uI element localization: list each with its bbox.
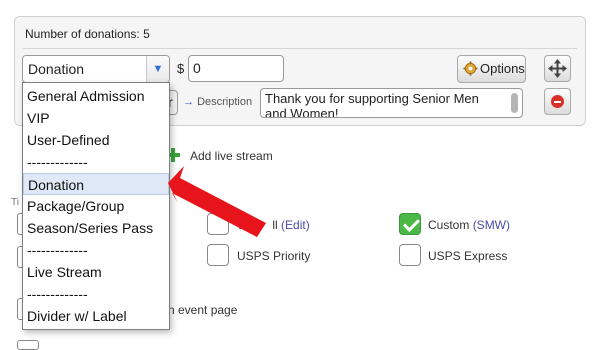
options-label: Options	[480, 61, 525, 76]
donation-count-title: Number of donations: 5	[25, 27, 150, 41]
dropdown-separator: -------------	[27, 286, 88, 302]
dropdown-separator: -------------	[27, 154, 88, 170]
ticket-type-select[interactable]: Donation ▼	[22, 55, 170, 83]
minus-circle-icon	[551, 95, 564, 108]
custom-smw-link[interactable]: (SMW)	[473, 218, 510, 232]
description-label: Description	[197, 96, 253, 108]
panel-divider	[23, 48, 577, 49]
ticket-type-dropdown[interactable]: General Admission VIP User-Defined -----…	[22, 82, 170, 330]
add-live-stream-link[interactable]: Add live stream	[190, 149, 273, 163]
description-label-group: → Description	[183, 96, 252, 108]
dropdown-option[interactable]: VIP	[23, 107, 169, 129]
scrollbar[interactable]	[511, 93, 518, 113]
description-text: Thank you for supporting Senior Men and …	[265, 91, 479, 118]
dropdown-option[interactable]: General Admission	[23, 85, 169, 107]
usps-express-label: USPS Express	[428, 249, 508, 263]
dropdown-option[interactable]: Package/Group	[23, 195, 169, 217]
move-arrows-icon	[548, 59, 567, 78]
dropdown-separator: -------------	[27, 242, 88, 258]
dropdown-option[interactable]: Season/Series Pass	[23, 217, 169, 239]
options-button[interactable]: Options	[457, 55, 526, 83]
dropdown-option[interactable]: Live Stream	[23, 261, 169, 283]
section-label-fragment: Ti	[11, 197, 19, 208]
usps-priority-checkbox[interactable]	[207, 244, 229, 266]
event-page-label: n event page	[168, 303, 238, 317]
amount-input[interactable]: 0	[188, 55, 284, 82]
dropdown-option-selected[interactable]: Donation	[23, 173, 169, 195]
will-call-checkbox[interactable]	[207, 213, 229, 235]
arrow-right-icon: →	[183, 96, 194, 108]
usps-express-checkbox[interactable]	[399, 244, 421, 266]
checkbox-partial[interactable]	[17, 340, 39, 350]
custom-checkbox[interactable]	[399, 213, 421, 235]
gear-icon	[463, 61, 478, 76]
currency-symbol: $	[177, 61, 185, 76]
will-call-label: Wll (Edit)	[237, 218, 310, 232]
move-button[interactable]	[544, 55, 571, 82]
chevron-down-icon[interactable]: ▼	[146, 56, 169, 82]
delete-button[interactable]	[544, 88, 571, 115]
description-textarea[interactable]: Thank you for supporting Senior Men and …	[260, 88, 523, 118]
custom-label: Custom (SMW)	[428, 218, 511, 232]
usps-priority-label: USPS Priority	[237, 249, 311, 263]
dropdown-option[interactable]: Divider w/ Label	[23, 305, 169, 327]
will-call-edit-link[interactable]: (Edit)	[281, 218, 310, 232]
ticket-type-value: Donation	[28, 61, 85, 77]
dropdown-option[interactable]: User-Defined	[23, 129, 169, 151]
